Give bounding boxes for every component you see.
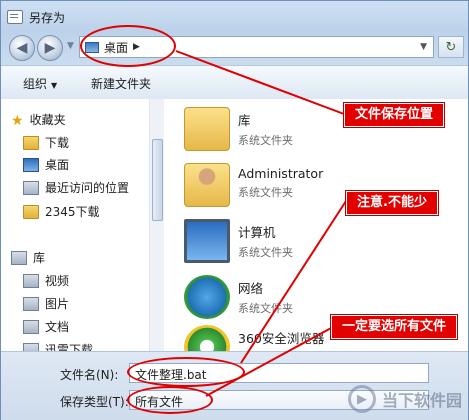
library-icon	[11, 250, 27, 265]
annotation-ring-filetype	[127, 386, 213, 414]
nav-scrollbar[interactable]	[149, 99, 164, 351]
browser-icon	[184, 325, 230, 351]
file-name: 360安全浏览器	[238, 331, 325, 346]
nav-item-label: 2345下载	[45, 205, 100, 219]
refresh-button[interactable]: ↻	[438, 36, 464, 58]
file-type: 系统文件夹	[238, 246, 293, 259]
file-item-network[interactable]: 网络 系统文件夹	[184, 275, 293, 319]
toolbar: 组织 ▼ 新建文件夹	[1, 65, 468, 100]
nav-item-label: 文档	[45, 320, 70, 334]
notepad-icon	[7, 10, 23, 24]
nav-item-recent[interactable]: 最近访问的位置	[23, 179, 129, 196]
annotation-ring-filename	[127, 357, 245, 387]
file-item-library[interactable]: 库系统文件夹	[184, 107, 293, 151]
file-type: 系统文件夹	[238, 134, 293, 147]
nav-item-label: 迅雷下载	[45, 343, 94, 351]
watermark: ▶ 当下软件园	[347, 385, 462, 413]
address-dropdown-icon[interactable]: ▼	[420, 42, 427, 52]
annotation-save-location: 文件保存位置	[344, 103, 445, 127]
filename-label: 文件名(N):	[60, 368, 119, 382]
back-button[interactable]: ◀	[9, 35, 35, 61]
organize-button[interactable]: 组织 ▼	[23, 75, 57, 92]
watermark-text: 当下软件园	[381, 391, 462, 410]
video-icon	[23, 273, 39, 288]
scrollbar-thumb[interactable]	[152, 139, 163, 221]
nav-item-label: 视频	[45, 274, 70, 288]
nav-item-label: 桌面	[45, 158, 70, 172]
nav-libraries[interactable]: 库	[11, 249, 45, 266]
computer-icon	[184, 219, 230, 263]
nav-item-desktop[interactable]: 桌面	[23, 156, 69, 173]
recent-places-icon	[23, 180, 39, 195]
library-folder-icon	[184, 107, 230, 151]
refresh-icon: ↻	[445, 39, 457, 55]
folder-icon	[23, 204, 39, 219]
navigation-pane: ★ 收藏夹 下载 桌面 最近访问的位置 2345下载 库 视频 图片 文档 迅雷…	[1, 99, 164, 351]
arrow-left-icon: ◀	[16, 40, 28, 56]
caret-down-icon: ▼	[51, 81, 58, 90]
folder-icon	[23, 342, 39, 351]
filetype-label: 保存类型(T):	[60, 395, 129, 409]
nav-item-documents[interactable]: 文档	[23, 318, 69, 335]
file-name: 库	[238, 113, 251, 128]
file-item-computer[interactable]: 计算机 系统文件夹	[184, 219, 293, 263]
save-as-dialog: 另存为 ◀ ▶ ▼ 桌面 ▶ ▼ ↻ 组织 ▼ 新建文件夹 ★ 收藏夹 下载 桌面	[0, 0, 469, 420]
file-name: 计算机	[238, 225, 276, 240]
forward-button[interactable]: ▶	[37, 35, 63, 61]
file-list: 库系统文件夹 Administrator 系统文件夹 计算机 系统文件夹 网络 系统文…	[164, 99, 468, 351]
nav-favorites[interactable]: ★ 收藏夹	[11, 111, 66, 129]
file-item-administrator[interactable]: Administrator 系统文件夹	[184, 163, 323, 207]
nav-item-pictures[interactable]: 图片	[23, 295, 69, 312]
picture-icon	[23, 296, 39, 311]
nav-item-label: 最近访问的位置	[45, 181, 130, 195]
document-icon	[23, 319, 39, 334]
nav-item-label: 下载	[45, 136, 70, 150]
download-folder-icon	[23, 135, 39, 150]
star-icon: ★	[11, 112, 24, 129]
file-type: 系统文件夹	[238, 302, 293, 315]
organize-label: 组织	[23, 77, 48, 91]
annotation-all-files: 一定要选所有文件	[331, 315, 458, 339]
arrow-right-icon: ▶	[44, 40, 56, 56]
file-item-360-browser[interactable]: 360安全浏览器	[184, 325, 324, 351]
annotation-note: 注意.不能少	[346, 191, 438, 215]
new-folder-button[interactable]: 新建文件夹	[91, 75, 151, 92]
file-name: 网络	[238, 281, 264, 296]
watermark-logo-icon: ▶	[347, 385, 376, 413]
title-bar: 另存为	[7, 7, 65, 27]
network-icon	[184, 275, 230, 319]
desktop-icon	[23, 157, 39, 172]
nav-item-thunder-downloads[interactable]: 迅雷下载	[23, 341, 93, 351]
favorites-label: 收藏夹	[29, 113, 66, 127]
annotation-ring-location	[80, 25, 176, 67]
file-type: 系统文件夹	[238, 186, 293, 199]
window-title: 另存为	[29, 10, 66, 25]
nav-item-downloads[interactable]: 下载	[23, 134, 69, 151]
user-folder-icon	[184, 163, 230, 207]
nav-item-2345-downloads[interactable]: 2345下载	[23, 203, 100, 220]
nav-item-label: 图片	[45, 297, 70, 311]
nav-item-videos[interactable]: 视频	[23, 272, 69, 289]
file-name: Administrator	[238, 166, 324, 181]
history-dropdown-icon[interactable]: ▼	[67, 41, 74, 51]
libraries-label: 库	[33, 251, 46, 265]
